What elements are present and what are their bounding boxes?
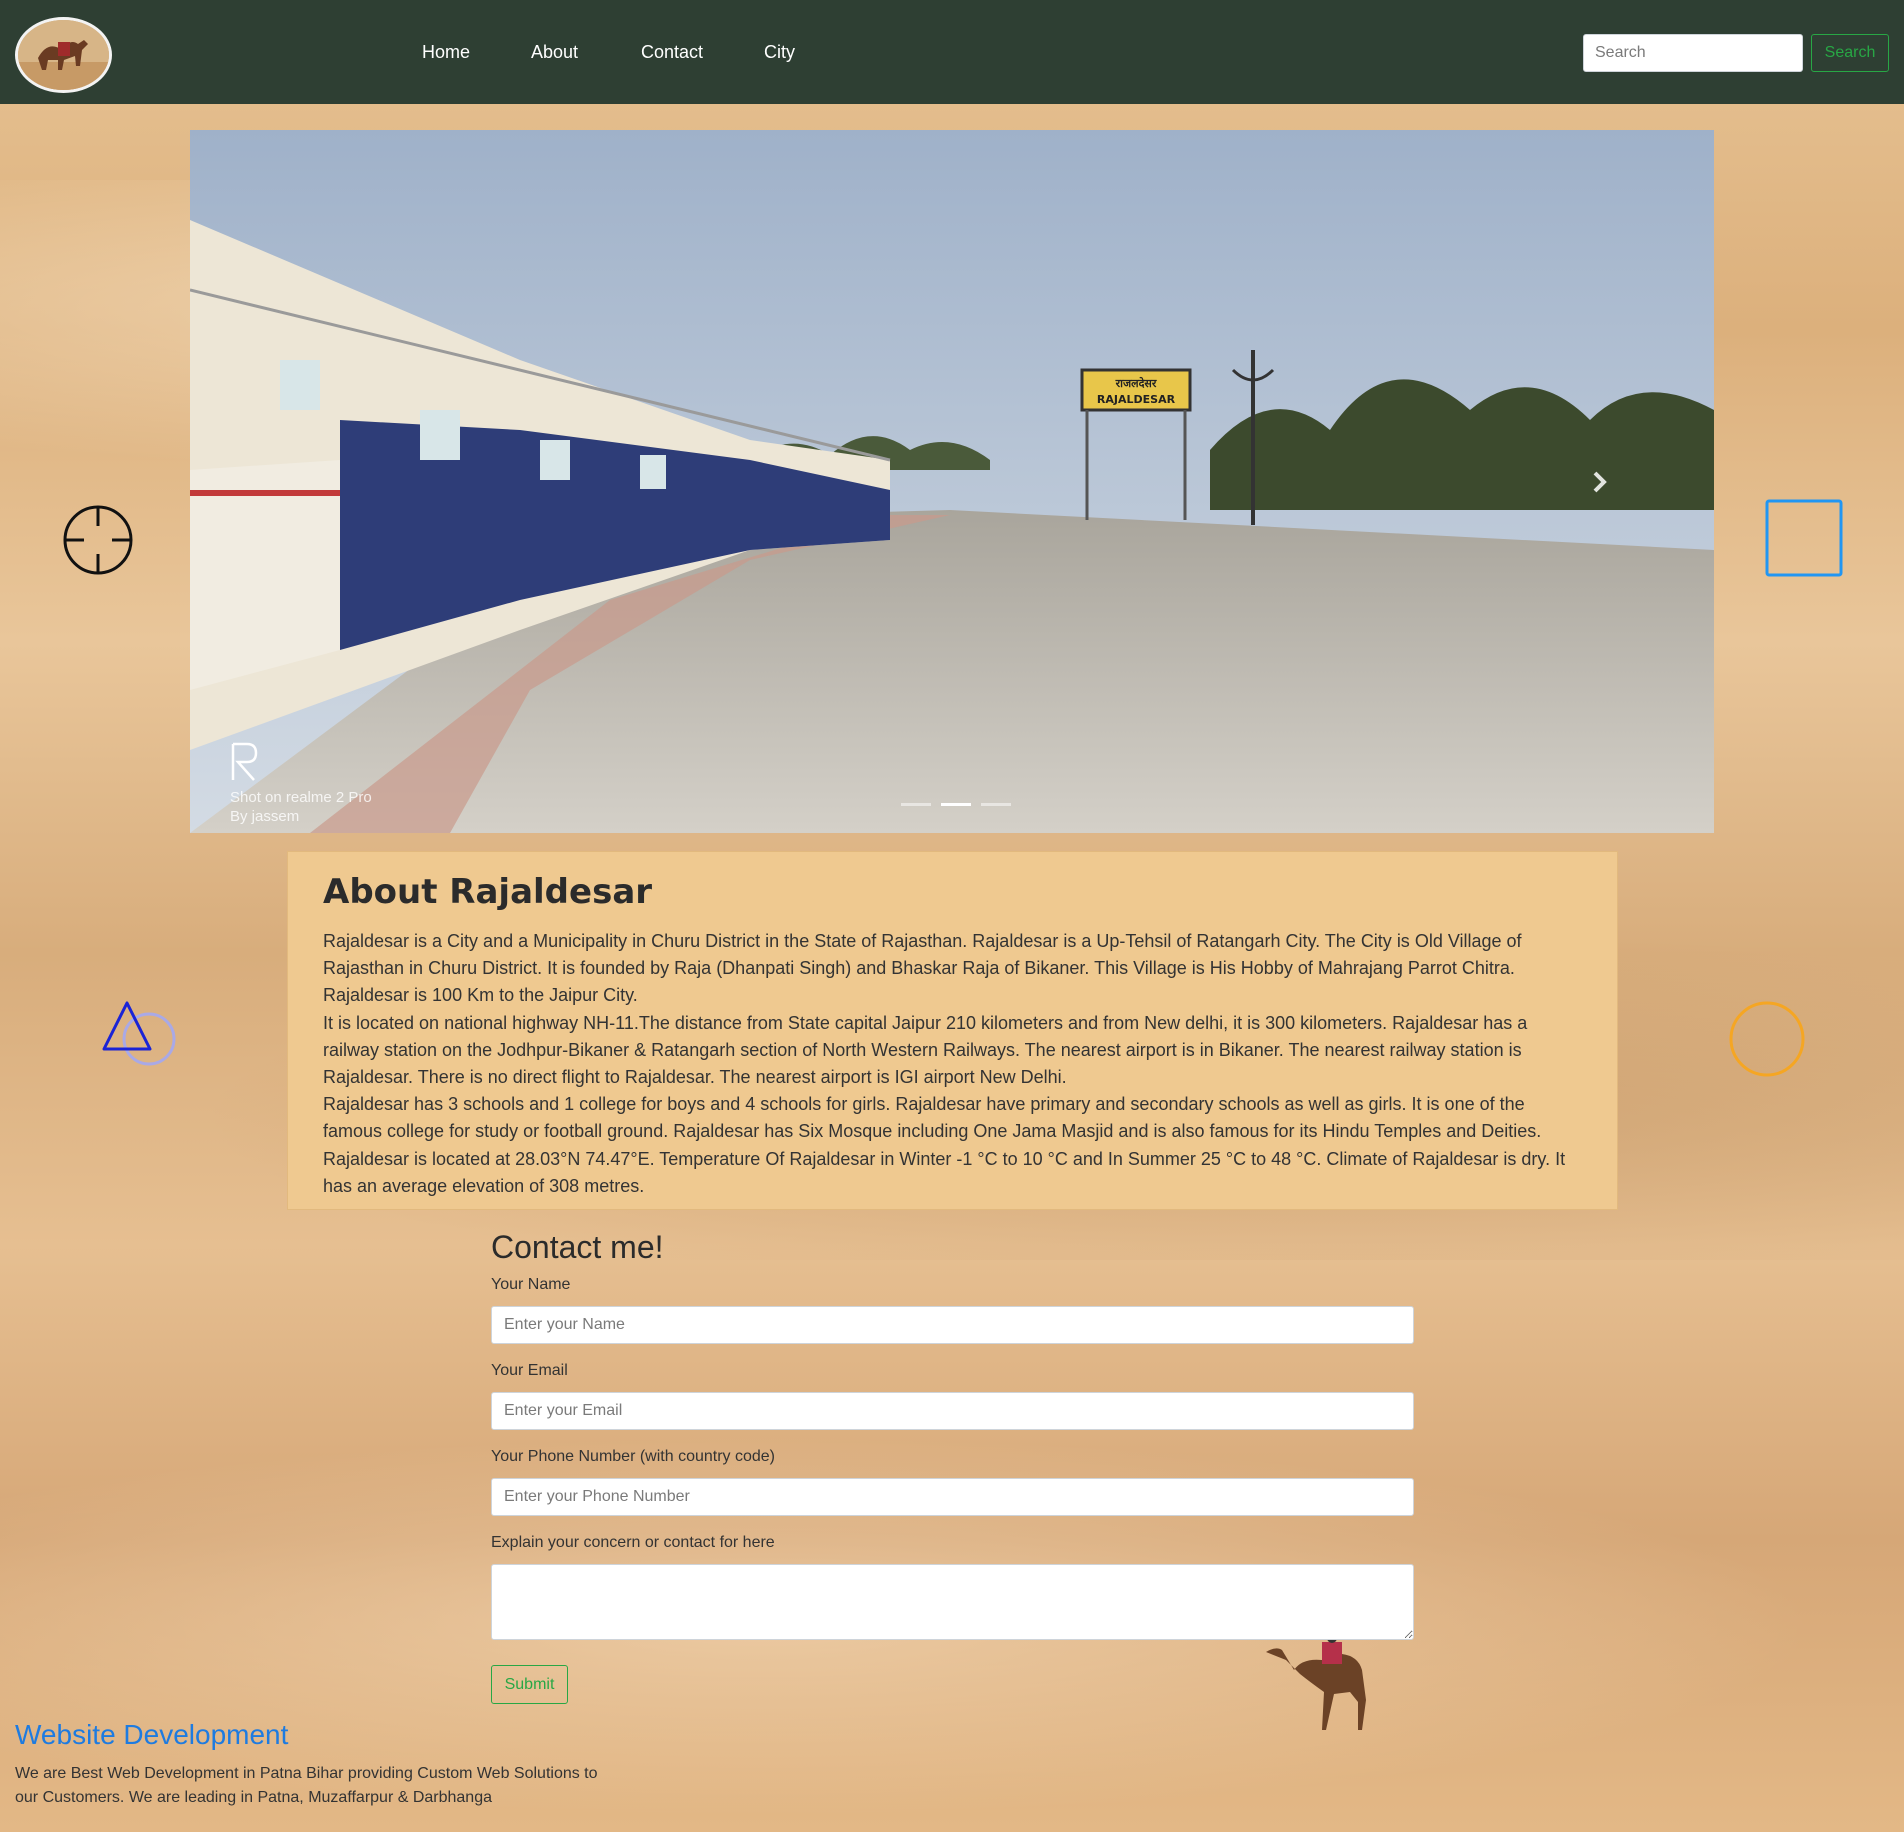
message-textarea[interactable] (491, 1564, 1414, 1640)
circle-icon (1729, 1001, 1805, 1077)
about-title: About Rajaldesar (323, 872, 653, 912)
camel-rider-icon (1266, 1633, 1366, 1730)
phone-field[interactable] (491, 1478, 1414, 1516)
message-label: Explain your concern or contact for here (491, 1534, 775, 1551)
about-paragraph-1: Rajaldesar is a City and a Municipality … (323, 931, 1522, 1006)
nav-about-link[interactable]: About (531, 42, 578, 63)
about-paragraph-2: It is located on national highway NH-11.… (323, 1012, 1528, 1088)
about-section: About Rajaldesar Rajaldesar is a City an… (287, 851, 1618, 1210)
contact-form: Contact me! Your Name Your Email Your Ph… (491, 1228, 1414, 1704)
web-development-title: Website Development (15, 1719, 289, 1750)
phone-label: Your Phone Number (with country code) (491, 1448, 775, 1465)
watermark-line-2: By jassem (230, 808, 300, 825)
search-button[interactable]: Search (1811, 34, 1889, 72)
nav-contact-link[interactable]: Contact (641, 42, 703, 63)
about-paragraph-4: Rajaldesar is located at 28.03°N 74.47°E… (323, 1148, 1566, 1196)
carousel-indicator-2[interactable] (941, 803, 971, 806)
crosshair-icon (63, 505, 133, 575)
contact-title: Contact me! (491, 1229, 664, 1265)
carousel-indicator-1[interactable] (901, 803, 931, 806)
email-field[interactable] (491, 1392, 1414, 1430)
train-station-photo: राजलदेसर RAJALDESAR (190, 130, 1714, 833)
carousel-indicator-3[interactable] (981, 803, 1011, 806)
nav-home-link[interactable]: Home (422, 42, 470, 63)
web-development-text: We are Best Web Development in Patna Bih… (15, 1765, 598, 1806)
watermark-line-1: Shot on realme 2 Pro (230, 789, 372, 806)
navbar: Home About Contact City Search (0, 0, 1904, 104)
watermark-r-icon (231, 742, 258, 781)
carousel-indicators (901, 803, 1011, 807)
image-carousel[interactable]: राजलदेसर RAJALDESAR Shot on realme 2 Pro… (190, 130, 1714, 833)
station-sign-english: RAJALDESAR (1097, 393, 1176, 406)
chevron-right-icon[interactable] (1590, 470, 1610, 494)
submit-button[interactable]: Submit (491, 1665, 568, 1704)
name-field[interactable] (491, 1306, 1414, 1344)
search-input[interactable] (1583, 34, 1803, 72)
nav-city-link[interactable]: City (764, 42, 795, 63)
photo-watermark: Shot on realme 2 Pro By jassem (230, 788, 372, 826)
name-label: Your Name (491, 1276, 571, 1293)
camel-logo[interactable] (15, 17, 112, 93)
triangle-circle-icon (102, 1001, 176, 1066)
station-sign-hindi: राजलदेसर (1115, 376, 1157, 390)
about-paragraph-3: Rajaldesar has 3 schools and 1 college f… (323, 1094, 1542, 1142)
square-icon (1765, 499, 1843, 577)
email-label: Your Email (491, 1362, 568, 1379)
